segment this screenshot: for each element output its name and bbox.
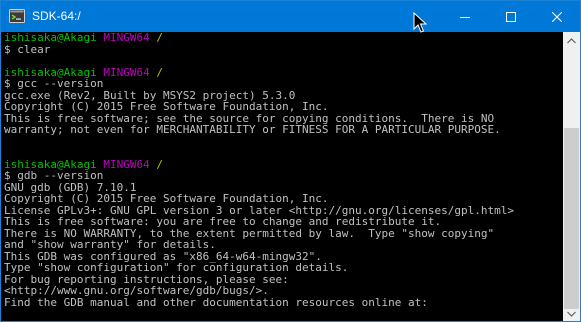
output-line: $ gdb --version (4, 169, 104, 182)
close-button[interactable] (534, 1, 580, 32)
close-icon (552, 11, 562, 22)
minimize-icon (460, 16, 470, 18)
prompt-path: / (156, 32, 163, 44)
prompt-path: / (156, 65, 163, 79)
terminal-window: SDK-64:/ ishisaka@Akagi MINGW64 /$ clear… (0, 0, 581, 322)
mintty-app-icon[interactable] (9, 8, 25, 24)
output-line: $ clear (4, 42, 51, 56)
output-line: $ gcc --version (4, 77, 104, 90)
prompt-line: ishisaka@Akagi MINGW64 / (4, 32, 514, 44)
terminal-text: ishisaka@Akagi MINGW64 /$ clear ishisaka@… (4, 32, 514, 308)
output-line: <http://www.gnu.org/software/gdb/bugs/>. (4, 284, 269, 297)
output-line: Find the GDB manual and other documentat… (4, 295, 428, 309)
title-bar[interactable]: SDK-64:/ (1, 1, 580, 32)
prompt-system: MINGW64 (103, 65, 150, 79)
output-line: Copyright (C) 2015 Free Software Foundat… (4, 100, 329, 113)
output-line: Type "show configuration" for configurat… (4, 261, 349, 274)
scroll-up-button[interactable] (563, 32, 580, 49)
vertical-scrollbar[interactable] (563, 32, 580, 321)
output-line: Copyright (C) 2015 Free Software Foundat… (4, 192, 329, 205)
chevron-up-icon (567, 37, 576, 43)
chevron-down-icon (567, 311, 576, 317)
maximize-button[interactable] (488, 1, 534, 32)
prompt-path: / (156, 157, 163, 171)
minimize-button[interactable] (442, 1, 488, 32)
mouse-pointer-icon (413, 11, 428, 34)
prompt-system: MINGW64 (103, 32, 150, 44)
output-line: and "show warranty" for details. (4, 238, 216, 251)
terminal-output[interactable]: ishisaka@Akagi MINGW64 /$ clear ishisaka@… (1, 32, 563, 321)
output-line: warranty; not even for MERCHANTABILITY o… (4, 123, 501, 136)
window-title: SDK-64:/ (32, 9, 81, 23)
scrollbar-thumb[interactable] (564, 128, 579, 309)
prompt-system: MINGW64 (103, 157, 150, 171)
maximize-icon (506, 11, 516, 22)
output-line: This is free software: you are free to c… (4, 215, 442, 228)
scroll-down-button[interactable] (563, 305, 580, 321)
